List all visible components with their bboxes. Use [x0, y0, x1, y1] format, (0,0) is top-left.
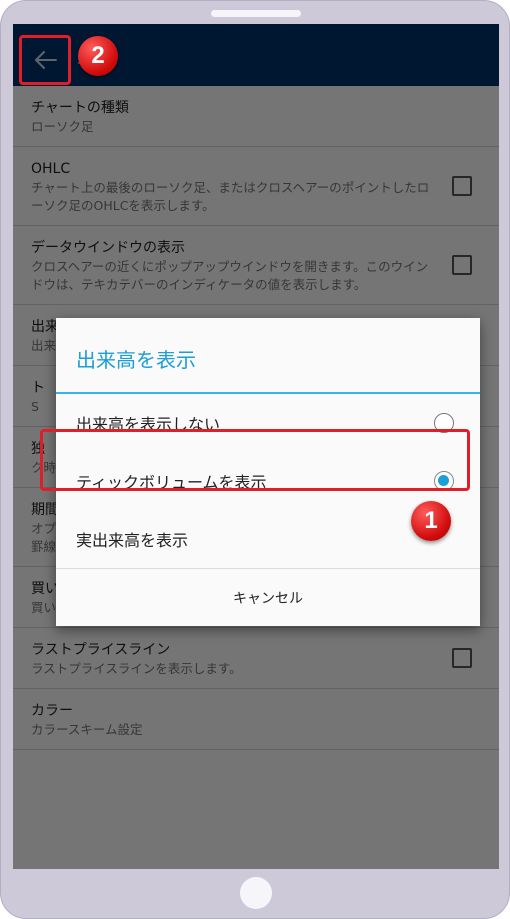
marker-one: 1	[411, 501, 451, 541]
highlight-back-button	[19, 35, 71, 85]
dialog-title: 出来高を表示	[56, 318, 480, 394]
cancel-button[interactable]: キャンセル	[56, 568, 480, 626]
option-label: 実出来高を表示	[76, 531, 189, 550]
device-speaker	[211, 10, 301, 17]
marker-two: 2	[78, 36, 118, 76]
highlight-tick-volume-option	[40, 429, 470, 491]
device-frame: 表 チャートの種類ローソク足OHLCチャート上の最後のローソク足、またはクロスヘ…	[0, 0, 510, 919]
home-button[interactable]	[240, 877, 272, 909]
